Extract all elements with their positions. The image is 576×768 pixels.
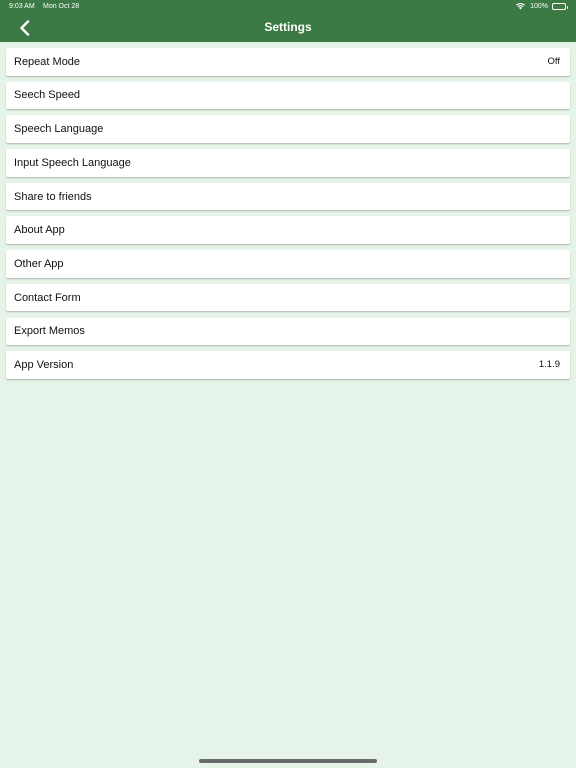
setting-row-input-speech-language[interactable]: Input Speech Language xyxy=(6,149,570,177)
setting-row-app-version[interactable]: App Version 1.1.9 xyxy=(6,351,570,379)
setting-label: Other App xyxy=(14,257,64,270)
setting-row-share[interactable]: Share to friends xyxy=(6,182,570,211)
status-time: 9:03 AM xyxy=(9,3,35,10)
setting-label: Speech Language xyxy=(14,123,104,136)
setting-row-speech-language[interactable]: Speech Language xyxy=(6,115,570,143)
header-bar: 9:03 AM Mon Oct 28 100% Settings xyxy=(0,0,576,42)
page-title: Settings xyxy=(264,20,312,34)
setting-label: Input Speech Language xyxy=(14,156,131,169)
setting-row-other-app[interactable]: Other App xyxy=(6,250,570,278)
setting-row-about-app[interactable]: About App xyxy=(6,216,570,244)
settings-list: Repeat Mode Off Seech Speed Speech Langu… xyxy=(6,48,570,385)
setting-label: Share to friends xyxy=(14,190,92,203)
battery-icon xyxy=(552,2,568,10)
setting-row-speech-speed[interactable]: Seech Speed xyxy=(6,81,570,110)
home-indicator[interactable] xyxy=(199,759,377,763)
setting-row-contact-form[interactable]: Contact Form xyxy=(6,283,570,312)
setting-row-export-memos[interactable]: Export Memos xyxy=(6,317,570,345)
setting-row-repeat-mode[interactable]: Repeat Mode Off xyxy=(6,48,570,76)
navigation-bar: Settings xyxy=(0,14,576,42)
setting-label: App Version xyxy=(14,358,74,371)
setting-label: Repeat Mode xyxy=(14,55,81,68)
setting-label: Seech Speed xyxy=(14,89,81,102)
status-date: Mon Oct 28 xyxy=(43,3,80,10)
status-bar: 9:03 AM Mon Oct 28 100% xyxy=(0,0,576,14)
setting-label: Export Memos xyxy=(14,325,85,338)
status-right: 100% xyxy=(515,2,568,10)
setting-label: About App xyxy=(14,224,65,237)
setting-label: Contact Form xyxy=(14,291,81,304)
setting-value: Off xyxy=(547,56,561,68)
wifi-icon xyxy=(516,2,526,10)
battery-percent: 100% xyxy=(530,2,548,10)
setting-value: 1.1.9 xyxy=(538,359,560,371)
